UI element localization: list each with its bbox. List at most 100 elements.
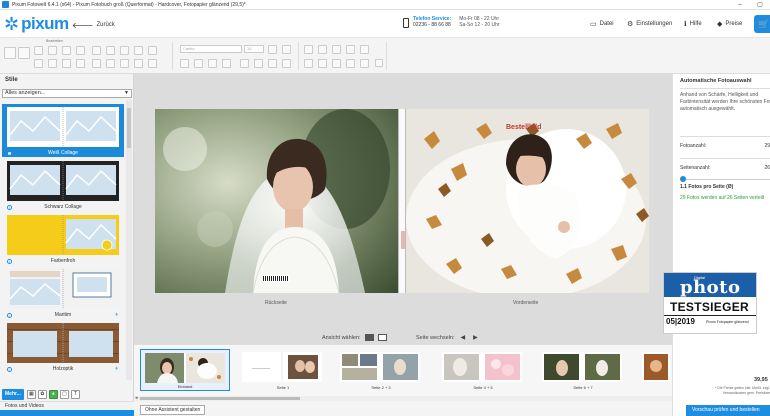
toolbar-border-icon[interactable]: [134, 59, 143, 68]
photos-per-page: 1.1 Fotos pro Seite (Ø): [680, 184, 734, 190]
photo-count-value[interactable]: 29: [764, 143, 770, 149]
zoom-icon[interactable]: [360, 45, 369, 54]
toolbar-clipart-icon[interactable]: [76, 46, 85, 55]
grid-view-icon[interactable]: [377, 334, 387, 341]
send-back-icon[interactable]: [318, 59, 327, 68]
maximize-icon[interactable]: ▢: [750, 0, 770, 10]
toolbar-distribute-icon[interactable]: [148, 46, 157, 55]
page-thumbnails: Einband Seite 1 Seite 2 + 3 Seite 4 + 5 …: [134, 344, 672, 396]
align-right-icon[interactable]: [268, 59, 277, 68]
bring-front-icon[interactable]: [304, 59, 313, 68]
cart-icon[interactable]: 🛒: [754, 15, 770, 33]
toolbar-frame-icon[interactable]: [92, 59, 101, 68]
book-spine[interactable]: [398, 109, 406, 293]
thumbnail-seite-2-3[interactable]: Seite 2 + 3: [336, 349, 426, 391]
guides-icon[interactable]: [332, 45, 341, 54]
align-left-icon[interactable]: [240, 59, 249, 68]
toolbar-paste-icon[interactable]: [76, 59, 85, 68]
preview-order-button[interactable]: Vorschau prüfen und bestellen: [686, 405, 770, 416]
chevron-right-icon[interactable]: ▶: [473, 334, 478, 341]
toolbar-transparency-icon[interactable]: [148, 59, 157, 68]
nav-preise[interactable]: ◆ Preise: [717, 20, 742, 28]
toolbar-select-icon[interactable]: [4, 47, 16, 59]
back-cover-photo[interactable]: [155, 109, 398, 293]
style-thumb: [7, 215, 119, 255]
toolbar-layer-down-icon[interactable]: [106, 46, 115, 55]
without-assistant-button[interactable]: Ohne Assistent gestalten: [140, 405, 206, 415]
logo-text: pixum: [21, 14, 69, 33]
scrollbar-thumb[interactable]: [127, 108, 131, 148]
toolbar-group-icon[interactable]: [120, 46, 129, 55]
duplicate-icon[interactable]: [346, 59, 355, 68]
text-icon[interactable]: T: [70, 389, 80, 399]
thumbnail-einband[interactable]: Einband: [140, 349, 230, 391]
font-grow-icon[interactable]: [268, 45, 277, 54]
style-thumb: [7, 107, 119, 147]
layout-icon[interactable]: ▦: [26, 389, 36, 399]
toolbar-align-icon[interactable]: [134, 46, 143, 55]
text-color-icon[interactable]: [222, 59, 231, 68]
toolbar-crop-icon[interactable]: [18, 47, 30, 59]
font-size-select[interactable]: 15: [244, 45, 264, 53]
italic-icon[interactable]: [194, 59, 203, 68]
toolbar-layer-up-icon[interactable]: [92, 46, 101, 55]
styles-scrollbar[interactable]: [126, 100, 132, 380]
toolbar-redo-icon[interactable]: [48, 46, 57, 55]
front-cover-photo[interactable]: Bestellbild: [406, 109, 649, 293]
toolbar-flip-icon[interactable]: [48, 59, 57, 68]
style-item-maritim[interactable]: i ♦ Maritim: [2, 266, 124, 319]
nav-hilfe[interactable]: ℹ Hilfe: [684, 20, 702, 28]
spine-text[interactable]: [401, 231, 405, 249]
toolbar-mask-icon[interactable]: [106, 59, 115, 68]
font-shrink-icon[interactable]: [282, 45, 291, 54]
toolbar-group-label: Bearbeiten: [46, 39, 63, 43]
snap-icon[interactable]: [318, 45, 327, 54]
underline-icon[interactable]: [208, 59, 217, 68]
lock-icon[interactable]: [360, 59, 369, 68]
delete-icon[interactable]: [332, 59, 341, 68]
minimize-icon[interactable]: –: [730, 0, 750, 10]
thumbnail-next[interactable]: [638, 349, 672, 391]
style-label: Farbenfroh: [50, 258, 76, 264]
style-item-farbenfroh[interactable]: i Farbenfroh: [2, 212, 124, 265]
grid-icon[interactable]: [304, 45, 313, 54]
toolbar-copy-icon[interactable]: [62, 59, 71, 68]
page-count-value[interactable]: 26: [764, 165, 770, 171]
more-tools-icon[interactable]: [375, 59, 383, 67]
window-titlebar: Pixum Fotowelt 6.4.1 (x64) - Pixum Fotob…: [0, 0, 770, 10]
thumbnail-seite-1[interactable]: Seite 1: [238, 349, 328, 391]
phone-service: Telefon Service: 02236 - 88 66 88 Mo-Fr …: [403, 16, 500, 28]
bold-icon[interactable]: [180, 59, 189, 68]
justify-icon[interactable]: [282, 59, 291, 68]
background-icon[interactable]: ●: [48, 389, 58, 399]
align-center-icon[interactable]: [254, 59, 263, 68]
more-button[interactable]: Mehr...: [2, 388, 24, 400]
single-view-icon[interactable]: [364, 334, 374, 341]
toolbar-text-icon[interactable]: [62, 46, 71, 55]
thumbnail-seite-4-5[interactable]: Seite 4 + 5: [438, 349, 528, 391]
bottom-bar: Ohne Assistent gestalten: [134, 401, 672, 416]
style-item-weiss-collage[interactable]: i Weiß Collage: [2, 104, 124, 157]
nav-datei[interactable]: ▭ Datei: [590, 20, 614, 28]
styles-filter-select[interactable]: Alles anzeigen... ▼: [2, 89, 132, 98]
toolbar-undo-icon[interactable]: [34, 46, 43, 55]
chevron-left-icon[interactable]: ◀: [461, 334, 466, 341]
photos-videos-tab[interactable]: Fotos und Videos: [0, 401, 134, 410]
font-family-select[interactable]: Carlito: [180, 45, 242, 53]
front-cover-label: Vorderseite: [513, 300, 539, 306]
toolbar-shadow-icon[interactable]: [120, 59, 129, 68]
style-item-holzoptik[interactable]: i ♦ Holzoptik: [2, 320, 124, 373]
nav-einstellungen[interactable]: ⚙ Einstellungen: [627, 20, 672, 28]
styles-panel: Stile Alles anzeigen... ▼ i Weiß Collage: [0, 74, 134, 401]
back-button[interactable]: 🡐 Zurück: [72, 20, 115, 30]
toolbar-rotate-icon[interactable]: [34, 59, 43, 68]
scrollbar-thumb[interactable]: [140, 397, 300, 400]
ruler-icon[interactable]: [346, 45, 355, 54]
style-thumb: [7, 269, 119, 309]
slider-handle[interactable]: [680, 176, 686, 182]
thumbnail-seite-6-7[interactable]: Seite 6 + 7: [538, 349, 628, 391]
page-count-slider[interactable]: [682, 179, 770, 180]
clipart-icon[interactable]: ✿: [37, 389, 47, 399]
frame-icon[interactable]: ▢: [59, 389, 69, 399]
style-item-schwarz-collage[interactable]: i Schwarz Collage: [2, 158, 124, 211]
